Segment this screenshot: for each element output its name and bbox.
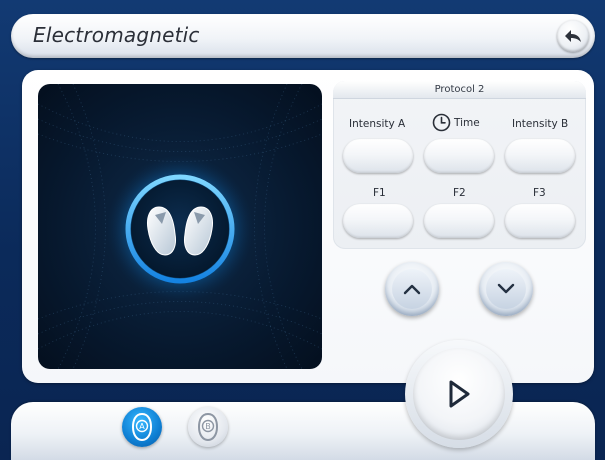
- f2-label: F2: [453, 187, 466, 199]
- f2-field[interactable]: [424, 204, 494, 238]
- channel-b-label: B: [205, 422, 211, 431]
- chevron-down-icon: [497, 283, 515, 294]
- channel-a-label: A: [139, 422, 145, 431]
- f3-field[interactable]: [505, 204, 575, 238]
- f1-field[interactable]: [343, 204, 413, 238]
- back-button[interactable]: [557, 20, 589, 52]
- play-button-ring: [405, 340, 513, 448]
- channel-b-button[interactable]: B: [188, 407, 228, 447]
- protocol-title: Protocol 2: [333, 81, 586, 99]
- time-label: Time: [454, 116, 480, 129]
- applicator-visual: [38, 84, 322, 369]
- intensity-b-label: Intensity B: [512, 118, 569, 130]
- increase-button-face: [392, 269, 432, 309]
- channel-a-button[interactable]: A: [122, 407, 162, 447]
- intensity-b-field[interactable]: [505, 139, 575, 173]
- clock-icon: [432, 113, 451, 132]
- intensity-a-field[interactable]: [343, 139, 413, 173]
- title-bar: Electromagnetic: [11, 14, 595, 58]
- intensity-a-label: Intensity A: [349, 118, 406, 130]
- back-arrow-icon: [565, 30, 581, 42]
- time-label-group: Time: [432, 113, 480, 132]
- channel-a-icon: A: [131, 412, 153, 442]
- decrease-button[interactable]: [479, 262, 533, 316]
- increase-button[interactable]: [385, 262, 439, 316]
- protocol-panel: Protocol 2 Intensity A Time Intensity B …: [333, 81, 586, 249]
- f1-label: F1: [373, 187, 386, 199]
- page-title: Electromagnetic: [33, 23, 200, 47]
- field-lines-graphic: [38, 84, 322, 369]
- play-button[interactable]: [413, 348, 505, 440]
- play-icon: [449, 380, 470, 408]
- decrease-button-face: [486, 269, 526, 309]
- channel-b-icon: B: [197, 412, 219, 442]
- time-field[interactable]: [424, 139, 494, 173]
- f3-label: F3: [533, 187, 546, 199]
- chevron-up-icon: [403, 284, 421, 295]
